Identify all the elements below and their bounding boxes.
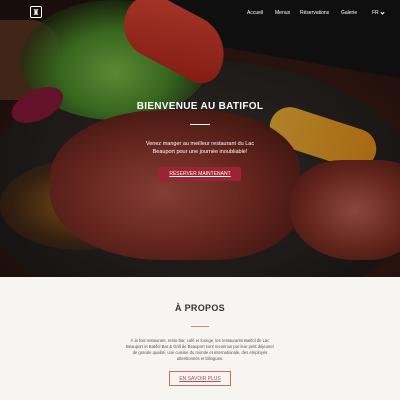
about-section: À PROPOS À la fois restaurant, resto-bar… bbox=[0, 277, 400, 400]
hero-title: BIENVENUE AU BATIFOL bbox=[136, 101, 264, 112]
hero-overlay bbox=[0, 0, 400, 277]
about-title: À PROPOS bbox=[175, 303, 225, 313]
nav-item-accueil[interactable]: Accueil bbox=[247, 10, 263, 16]
nav-item-menus[interactable]: Menus bbox=[275, 10, 290, 16]
about-text: À la fois restaurant, resto-bar, café et… bbox=[125, 338, 275, 361]
nav-item-galerie[interactable]: Galerie bbox=[341, 10, 357, 16]
about-divider bbox=[191, 326, 209, 327]
hero-section: ♜ Accueil Menus Réservations Galerie FR … bbox=[0, 0, 400, 277]
nav-item-reservations[interactable]: Réservations bbox=[300, 10, 329, 16]
reserve-button[interactable]: RÉSERVER MAINTENANT bbox=[159, 167, 241, 181]
learn-more-button[interactable]: EN SAVOIR PLUS bbox=[169, 371, 231, 386]
language-label: FR bbox=[372, 10, 379, 16]
chevron-down-icon bbox=[380, 9, 385, 15]
logo-icon[interactable]: ♜ bbox=[30, 6, 42, 18]
hero-subtitle: Venez manger au meilleur restaurant du L… bbox=[145, 141, 255, 155]
language-switcher[interactable]: FR bbox=[372, 9, 385, 16]
hero-divider bbox=[190, 124, 210, 125]
